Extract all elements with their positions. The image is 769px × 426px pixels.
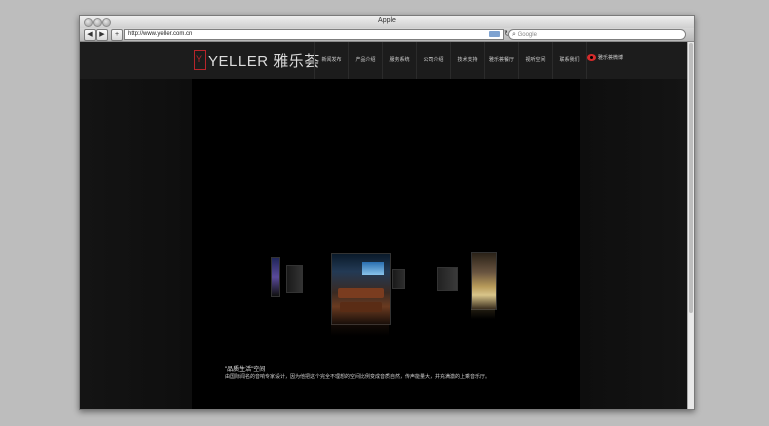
menu-item-restaurant[interactable]: 雅乐荟餐厅: [484, 42, 518, 79]
url-text: http://www.yeller.com.cn: [128, 31, 193, 37]
gallery-card[interactable]: [271, 257, 280, 297]
search-placeholder: Google: [517, 32, 537, 38]
site-nav: Y YELLER 雅乐荟 新闻发布 产品介绍 服务系统 公司介绍 技术支持 雅乐…: [80, 42, 688, 80]
gallery-card[interactable]: [437, 267, 458, 291]
gallery-card-reflection: [471, 309, 495, 319]
search-icon: ⌕: [512, 31, 516, 38]
weibo-icon: [587, 54, 596, 62]
forward-button[interactable]: ▶: [96, 29, 108, 41]
search-field[interactable]: ⌕ Google: [508, 29, 686, 40]
menu-item-contact[interactable]: 联系我们: [552, 42, 587, 79]
page-content: Y YELLER 雅乐荟 新闻发布 产品介绍 服务系统 公司介绍 技术支持 雅乐…: [80, 42, 688, 409]
logo-text[interactable]: YELLER 雅乐荟: [208, 50, 320, 71]
logo-mark-letter: Y: [196, 54, 203, 64]
gallery-stage: [192, 79, 580, 409]
window-title: Apple: [378, 17, 396, 24]
menu-item-news[interactable]: 新闻发布: [314, 42, 348, 79]
caption-title: "品质生活"空间: [225, 367, 266, 373]
rss-icon[interactable]: [489, 31, 500, 37]
vertical-scrollbar[interactable]: [687, 42, 694, 409]
gallery-card[interactable]: [286, 265, 303, 293]
main-menu: 新闻发布 产品介绍 服务系统 公司介绍 技术支持 雅乐荟餐厅 视听空间 联系我们: [314, 42, 587, 79]
back-button[interactable]: ◀: [84, 29, 96, 41]
menu-item-support[interactable]: 技术支持: [450, 42, 484, 79]
gallery-card-active[interactable]: [331, 253, 391, 325]
left-panel: [80, 79, 192, 409]
gallery-card-reflection: [331, 324, 389, 336]
gallery-card[interactable]: [471, 252, 497, 310]
address-bar[interactable]: http://www.yeller.com.cn: [124, 29, 504, 40]
menu-item-service[interactable]: 服务系统: [382, 42, 416, 79]
menu-item-company[interactable]: 公司介绍: [416, 42, 450, 79]
scrollbar-thumb[interactable]: [689, 43, 693, 313]
browser-toolbar: ◀ ▶ + http://www.yeller.com.cn ↻ ⌕ Googl…: [80, 28, 694, 42]
weibo-link[interactable]: 雅乐荟微博: [587, 54, 624, 62]
logo-mark[interactable]: Y: [194, 50, 206, 70]
title-bar: Apple: [80, 16, 694, 28]
right-panel: [580, 79, 688, 409]
menu-item-av-space[interactable]: 视听空间: [518, 42, 552, 79]
menu-item-products[interactable]: 产品介绍: [348, 42, 382, 79]
gallery-card[interactable]: [392, 269, 405, 289]
browser-window: Apple ◀ ▶ + http://www.yeller.com.cn ↻ ⌕…: [79, 15, 695, 410]
add-bookmark-button[interactable]: +: [111, 29, 123, 41]
caption-description: 由国际闻名的音响专家设计，因为他把这个完全不理想的空间比例变成音质自然，传声能量…: [225, 374, 491, 380]
weibo-label: 雅乐荟微博: [598, 55, 624, 61]
